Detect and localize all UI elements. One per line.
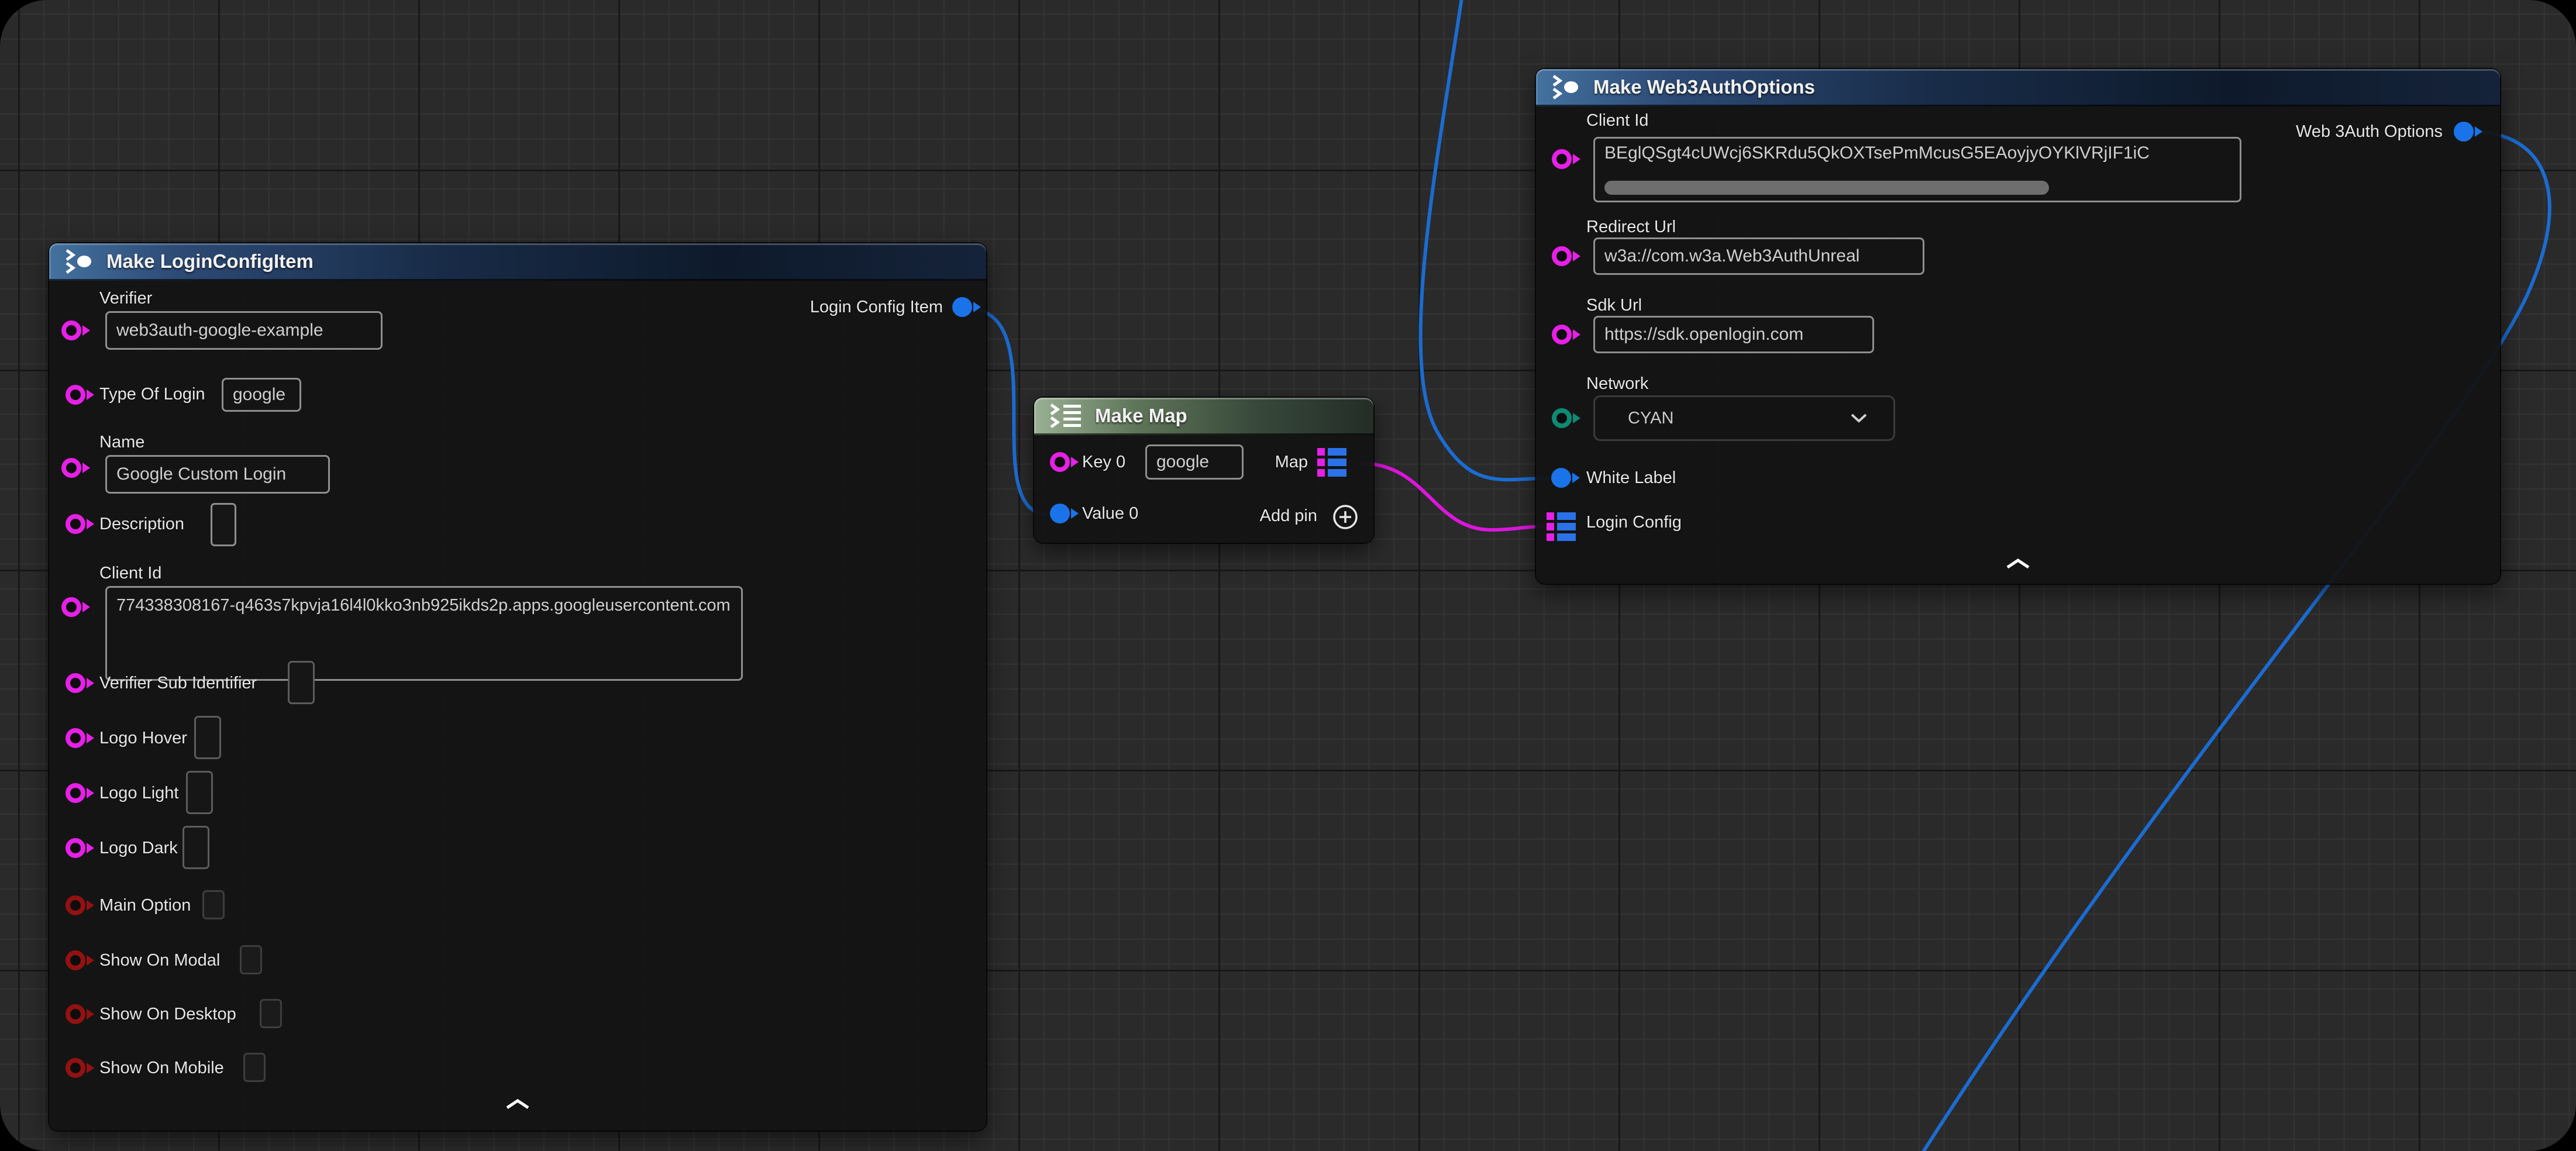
pin-label-login-config: Login Config [1586,512,1682,533]
node-header[interactable]: Make Web3AuthOptions [1536,69,2500,106]
pin-label-show-on-desktop: Show On Desktop [99,1004,236,1025]
input-pin-white-label[interactable] [1551,468,1571,488]
input-pin-value0[interactable] [1050,504,1070,523]
key0-input[interactable]: google [1145,444,1244,480]
input-pin-main-option[interactable] [66,895,85,915]
input-pin-logo-dark[interactable] [66,838,85,858]
sdk-url-input[interactable]: https://sdk.openlogin.com [1593,316,1874,353]
chevron-down-icon [1850,409,1868,428]
pin-label-login-config-item: Login Config Item [810,297,943,318]
input-pin-type-of-login[interactable] [66,385,85,405]
input-pin-show-on-modal[interactable] [66,950,85,970]
make-struct-icon [1550,74,1582,101]
input-pin-logo-light[interactable] [66,783,85,803]
node-title: Make Web3AuthOptions [1593,76,1815,98]
network-dropdown[interactable]: CYAN [1593,395,1895,441]
description-input[interactable] [211,503,236,546]
pin-label-network: Network [1586,373,1648,394]
pin-label-logo-dark: Logo Dark [99,838,178,859]
name-input[interactable]: Google Custom Login [105,455,330,494]
input-pin-verifier-sub-identifier[interactable] [66,673,85,693]
input-pin-show-on-mobile[interactable] [66,1058,85,1078]
client-id-input[interactable]: BEglQSgt4cUWcj6SKRdu5QkOXTsePmMcusG5EAoy… [1593,137,2241,202]
pin-label-white-label: White Label [1586,467,1676,488]
input-pin-login-config[interactable] [1547,512,1576,541]
wire-top-to-whitelabel[interactable] [1421,0,1550,480]
pin-label-verifier-sub-identifier: Verifier Sub Identifier [99,673,257,694]
verifier-sub-identifier-input[interactable] [288,661,315,704]
input-pin-show-on-desktop[interactable] [66,1004,85,1024]
make-struct-icon [63,248,95,275]
collapse-chevron-icon[interactable] [2005,558,2031,573]
input-pin-name[interactable] [61,458,81,478]
pin-label-main-option: Main Option [99,895,191,916]
input-pin-redirect-url[interactable] [1552,246,1572,266]
collapse-chevron-icon[interactable] [505,1098,531,1113]
type-of-login-input[interactable]: google [222,378,301,412]
node-title: Make LoginConfigItem [106,250,314,273]
redirect-url-input[interactable]: w3a://com.w3a.Web3AuthUnreal [1593,237,1924,275]
pin-label-web3auth-options: Web 3Auth Options [2296,121,2443,142]
node-make-loginconfigitem[interactable]: Make LoginConfigItem Login Config Item V… [49,243,986,1131]
show-on-desktop-checkbox[interactable] [260,999,282,1028]
main-option-checkbox[interactable] [202,890,225,919]
logo-dark-input[interactable] [182,826,209,869]
pin-label-logo-light: Logo Light [99,783,178,804]
node-title: Make Map [1095,405,1187,427]
node-make-web3authoptions[interactable]: Make Web3AuthOptions Web 3Auth Options C… [1536,69,2500,584]
pin-label-show-on-mobile: Show On Mobile [99,1057,224,1078]
show-on-mobile-checkbox[interactable] [243,1053,266,1082]
horizontal-scrollbar[interactable] [1604,181,2049,195]
input-pin-network[interactable] [1552,408,1572,428]
input-pin-logo-hover[interactable] [66,728,85,748]
graph-canvas[interactable]: Make LoginConfigItem Login Config Item V… [0,0,2576,1151]
pin-label-description: Description [99,514,184,535]
add-pin-label: Add pin [1260,505,1317,526]
output-pin-login-config-item[interactable] [952,297,972,317]
node-header[interactable]: Make LoginConfigItem [49,243,986,281]
pin-label-sdk-url: Sdk Url [1586,295,1642,316]
input-pin-description[interactable] [66,514,85,534]
pin-label-type-of-login: Type Of Login [99,384,205,405]
blueprint-editor-screenshot: Make LoginConfigItem Login Config Item V… [0,0,2576,1151]
pin-label-client-id: Client Id [1586,110,1648,131]
node-header[interactable]: Make Map [1034,398,1373,435]
output-pin-web3auth-options[interactable] [2454,122,2474,142]
add-pin-icon[interactable] [1331,503,1359,534]
pin-label-key0: Key 0 [1082,452,1125,473]
pin-label-verifier: Verifier [99,288,152,309]
input-pin-client-id[interactable] [61,597,81,617]
client-id-input[interactable]: 774338308167-q463s7kpvja16l4l0kko3nb925i… [105,586,743,681]
verifier-input[interactable]: web3auth-google-example [105,311,383,350]
pin-label-value0: Value 0 [1082,503,1138,524]
client-id-text: BEglQSgt4cUWcj6SKRdu5QkOXTsePmMcusG5EAoy… [1604,143,2230,163]
pin-label-map: Map [1275,452,1308,473]
make-map-icon [1048,402,1083,429]
input-pin-verifier[interactable] [61,321,81,340]
output-pin-map[interactable] [1317,448,1346,477]
input-pin-key0[interactable] [1050,452,1070,472]
wire-map-to-loginconfig[interactable] [1360,463,1544,530]
show-on-modal-checkbox[interactable] [240,945,262,974]
logo-light-input[interactable] [186,771,213,814]
pin-label-logo-hover: Logo Hover [99,728,187,749]
pin-label-redirect-url: Redirect Url [1586,216,1676,237]
pin-label-name: Name [99,432,144,453]
pin-label-client-id: Client Id [99,563,161,584]
input-pin-sdk-url[interactable] [1552,325,1572,344]
input-pin-client-id[interactable] [1552,149,1572,169]
network-selected-value: CYAN [1628,409,1673,428]
node-make-map[interactable]: Make Map Key 0 google Map Value 0 Add pi… [1034,398,1373,543]
pin-label-show-on-modal: Show On Modal [99,950,220,971]
logo-hover-input[interactable] [194,716,221,759]
